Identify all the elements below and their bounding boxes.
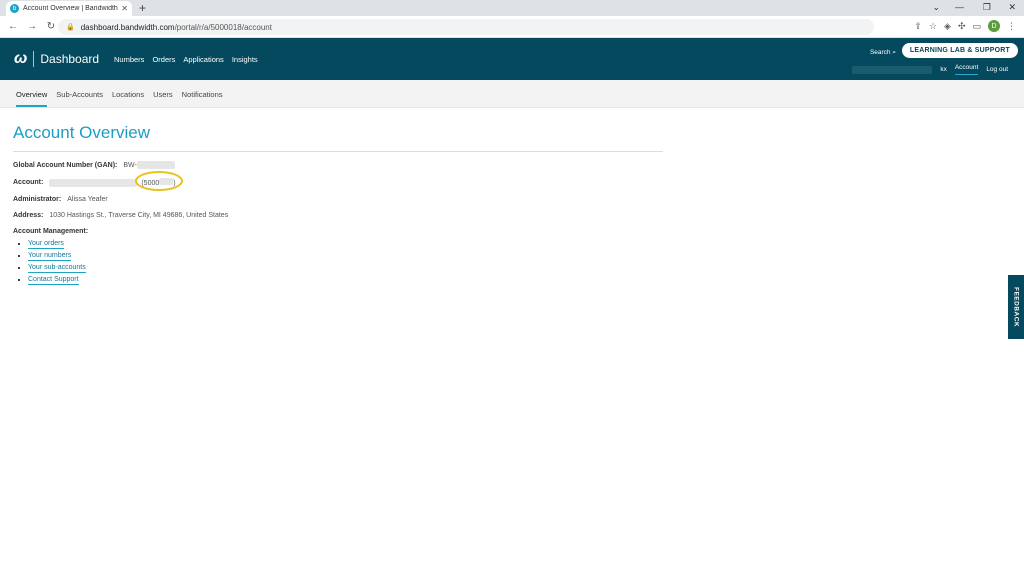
- close-tab-icon[interactable]: ✕: [121, 4, 128, 13]
- search-label: Search: [869, 49, 891, 56]
- minimize-icon[interactable]: —: [955, 2, 964, 12]
- puzzle-icon[interactable]: ✣: [958, 21, 966, 32]
- app-header: ω Dashboard Numbers Orders Applications …: [0, 38, 1024, 80]
- share-icon[interactable]: ⇪: [914, 21, 922, 32]
- account-number: (5000): [135, 171, 184, 191]
- extension-toolbar: ⇪ ☆ ◈ ✣ ▭ D ⋮: [914, 20, 1016, 32]
- browser-tab[interactable]: b Account Overview | Bandwidth D ✕: [6, 1, 132, 16]
- lock-icon: 🔒: [66, 24, 75, 31]
- address-value: 1030 Hastings St., Traverse City, MI 496…: [49, 212, 229, 219]
- administrator-row: Administrator: Alissa Yeafer: [13, 196, 1024, 203]
- profile-avatar[interactable]: D: [988, 20, 1000, 32]
- list-item: Your sub-accounts: [28, 264, 1024, 273]
- address-label: Address:: [13, 212, 44, 219]
- list-item: Your orders: [28, 240, 1024, 249]
- new-tab-icon[interactable]: +: [139, 1, 146, 15]
- list-item: Your numbers: [28, 252, 1024, 261]
- gan-value: BW-: [123, 161, 137, 169]
- nav-insights[interactable]: Insights: [232, 55, 258, 64]
- bandwidth-favicon-icon: b: [10, 4, 19, 13]
- logo-divider: [33, 51, 35, 67]
- tab-locations[interactable]: Locations: [112, 80, 144, 107]
- tab-notifications[interactable]: Notifications: [182, 80, 223, 107]
- tab-overview[interactable]: Overview: [16, 80, 48, 107]
- administrator-value: Alissa Yeafer: [67, 196, 108, 203]
- user-fragment: kx: [940, 66, 947, 73]
- main-nav: Numbers Orders Applications Insights: [114, 55, 258, 64]
- tab-sub-accounts[interactable]: Sub-Accounts: [56, 80, 103, 107]
- management-links: Your orders Your numbers Your sub-accoun…: [28, 240, 1024, 285]
- contact-support-link[interactable]: Contact Support: [28, 276, 79, 285]
- learning-lab-button[interactable]: LEARNING LAB & SUPPORT: [901, 43, 1018, 58]
- nav-orders[interactable]: Orders: [152, 55, 175, 64]
- tab-users[interactable]: Users: [153, 80, 173, 107]
- tab-title: Account Overview | Bandwidth D: [23, 5, 119, 12]
- reading-list-icon[interactable]: ▭: [972, 21, 981, 32]
- nav-numbers[interactable]: Numbers: [114, 55, 144, 64]
- management-label: Account Management:: [13, 228, 89, 235]
- your-sub-accounts-link[interactable]: Your sub-accounts: [28, 264, 86, 273]
- account-label: Account:: [13, 179, 44, 186]
- url-host: dashboard.bandwidth.com: [80, 22, 175, 32]
- back-icon[interactable]: ←: [7, 21, 19, 32]
- bookmark-star-icon[interactable]: ☆: [929, 21, 937, 32]
- logout-link[interactable]: Log out: [986, 66, 1008, 73]
- browser-menu-icon[interactable]: ⋮: [1007, 21, 1016, 32]
- search-link[interactable]: Search ⌕: [870, 49, 896, 57]
- restore-icon[interactable]: ❐: [983, 2, 991, 13]
- gan-row: Global Account Number (GAN): BW-: [13, 161, 1024, 169]
- tab-search-icon[interactable]: ⌄: [932, 2, 940, 13]
- reload-icon[interactable]: ↻: [45, 21, 57, 32]
- extension-icon[interactable]: ◈: [944, 21, 951, 32]
- address-input[interactable]: 🔒 dashboard.bandwidth.com /portal/r/a/50…: [58, 19, 874, 35]
- account-row: kx Account Log out: [852, 64, 1008, 75]
- management-row: Account Management:: [13, 228, 1024, 235]
- browser-tab-strip: b Account Overview | Bandwidth D ✕ + ⌄ —…: [0, 0, 1024, 16]
- bandwidth-logo-icon: ω: [14, 50, 28, 67]
- highlight-circle: [135, 171, 184, 191]
- administrator-label: Administrator:: [13, 196, 62, 203]
- redacted-user-name: [852, 65, 933, 74]
- close-window-icon[interactable]: ✕: [1008, 2, 1016, 13]
- address-row: Address: 1030 Hastings St., Traverse Cit…: [13, 212, 1024, 219]
- main-content: Account Overview Global Account Number (…: [0, 123, 1024, 285]
- gan-label: Global Account Number (GAN):: [13, 161, 118, 169]
- brand-name: Dashboard: [40, 52, 100, 66]
- sub-nav: Overview Sub-Accounts Locations Users No…: [0, 80, 1024, 108]
- forward-icon[interactable]: →: [26, 21, 38, 32]
- your-numbers-link[interactable]: Your numbers: [28, 252, 72, 261]
- account-row: Account: (5000): [13, 171, 1024, 191]
- account-link[interactable]: Account: [954, 64, 979, 75]
- search-icon: ⌕: [892, 49, 896, 56]
- logo[interactable]: ω Dashboard: [14, 50, 99, 68]
- redacted-account-name: [49, 178, 138, 187]
- your-orders-link[interactable]: Your orders: [28, 240, 64, 249]
- nav-applications[interactable]: Applications: [183, 55, 223, 64]
- page-title: Account Overview: [13, 123, 663, 152]
- url-path: /portal/r/a/5000018/account: [174, 22, 272, 32]
- redacted-gan: [136, 161, 175, 169]
- list-item: Contact Support: [28, 276, 1024, 285]
- browser-toolbar: ← → ↻ 🔒 dashboard.bandwidth.com /portal/…: [0, 16, 1024, 38]
- feedback-tab[interactable]: FEEDBACK: [1008, 275, 1024, 339]
